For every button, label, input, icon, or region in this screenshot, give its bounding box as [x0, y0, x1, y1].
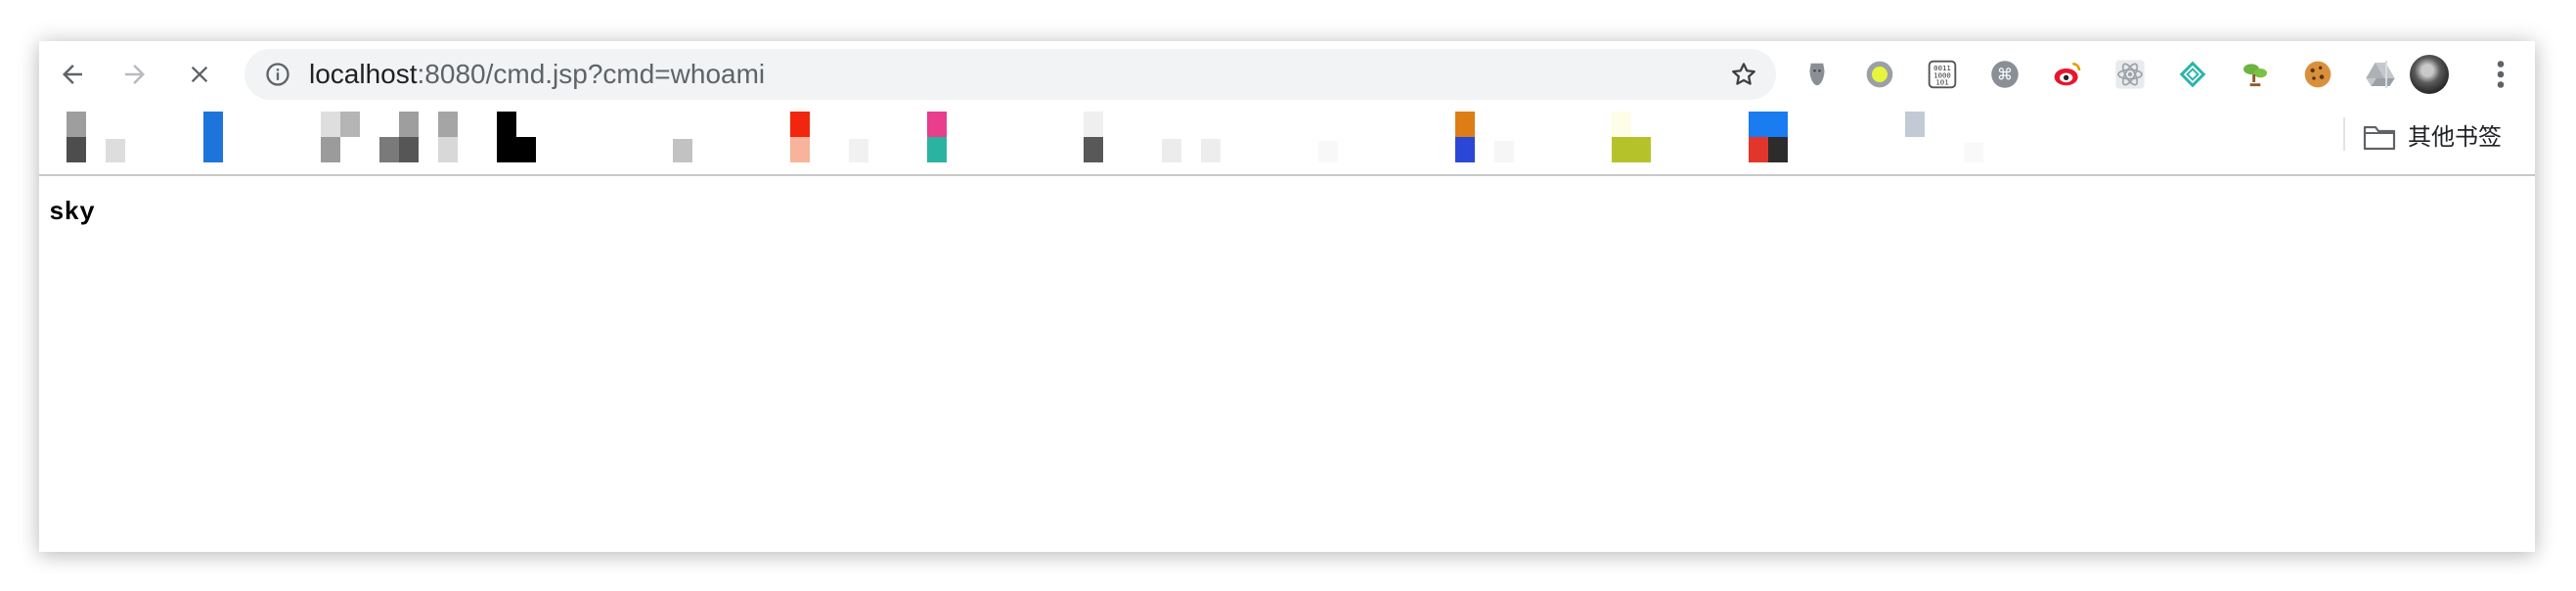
bookmark-favicon[interactable] — [203, 112, 223, 162]
stop-button[interactable] — [180, 55, 219, 94]
yellow-dot-extension-icon[interactable] — [1864, 59, 1895, 90]
bookmark-favicon[interactable] — [340, 112, 360, 137]
bookmark-favicon[interactable] — [106, 139, 125, 162]
bookmark-favicon[interactable] — [849, 139, 868, 162]
weibo-extension-icon[interactable] — [2052, 59, 2083, 90]
address-url[interactable]: localhost:8080/cmd.jsp?cmd=whoami — [309, 49, 765, 100]
forward-arrow-icon — [125, 65, 145, 84]
bookmark-favicon[interactable] — [438, 112, 458, 137]
bookmark-star-icon[interactable] — [1729, 60, 1758, 89]
bookmarks-bar: 其他书签 — [39, 108, 2535, 176]
mask-extension-icon[interactable] — [1801, 59, 1833, 90]
address-path: :8080/cmd.jsp?cmd=whoami — [417, 59, 766, 89]
other-bookmarks-folder[interactable]: 其他书签 — [2408, 117, 2502, 157]
back-arrow-icon — [63, 65, 82, 84]
bookmark-favicon[interactable] — [1318, 141, 1338, 162]
address-host: localhost — [309, 59, 418, 89]
bookmark-favicon[interactable] — [1905, 112, 1925, 137]
bookmark-favicon[interactable] — [1612, 137, 1651, 162]
site-info-icon[interactable] — [264, 61, 291, 88]
command-extension-icon[interactable]: ⌘ — [1989, 59, 2021, 90]
bookmark-favicon[interactable] — [321, 112, 340, 137]
folder-icon — [2363, 125, 2396, 151]
bookmark-favicon[interactable] — [1201, 139, 1221, 162]
bookmark-favicon[interactable] — [67, 137, 86, 162]
bookmark-favicon[interactable] — [1768, 137, 1788, 162]
bookmark-favicon[interactable] — [790, 137, 810, 162]
browser-window: localhost:8080/cmd.jsp?cmd=whoami 0011 10… — [39, 41, 2535, 552]
bookmark-favicon[interactable] — [399, 112, 419, 137]
bookmark-favicon[interactable] — [790, 112, 810, 137]
bookmark-favicon[interactable] — [1455, 137, 1475, 162]
svg-text:101: 101 — [1935, 78, 1948, 87]
bookmark-favicon[interactable] — [438, 137, 458, 162]
browser-toolbar: localhost:8080/cmd.jsp?cmd=whoami 0011 10… — [39, 41, 2535, 108]
forward-button[interactable] — [115, 55, 155, 94]
stop-loading-icon — [191, 66, 208, 83]
bookmark-favicon[interactable] — [1084, 112, 1103, 137]
bookmark-favicon[interactable] — [399, 137, 419, 162]
bookmark-favicon[interactable] — [927, 137, 947, 162]
bookmark-favicon[interactable] — [1162, 139, 1181, 162]
bookmark-favicon[interactable] — [379, 137, 399, 162]
diamond-extension-icon[interactable] — [2177, 59, 2208, 90]
bookmark-favicon[interactable] — [1455, 112, 1475, 137]
bookmark-favicon[interactable] — [1084, 137, 1103, 162]
bookmark-favicon[interactable] — [1612, 112, 1631, 137]
bookmark-favicon[interactable] — [673, 139, 692, 162]
more-menu-icon[interactable] — [2489, 57, 2512, 92]
bookmark-favicon[interactable] — [1964, 143, 1983, 162]
bookmark-favicon[interactable] — [321, 137, 340, 162]
command-output: sky — [49, 198, 95, 227]
bookmark-favicon[interactable] — [67, 112, 86, 137]
bookmark-favicon[interactable] — [1749, 137, 1768, 162]
bonsai-extension-icon[interactable] — [2240, 59, 2271, 90]
react-extension-icon[interactable] — [2114, 59, 2146, 90]
cookie-extension-icon[interactable] — [2302, 59, 2333, 90]
svg-text:⌘: ⌘ — [1997, 66, 2013, 84]
toolbar-separator — [2385, 61, 2387, 88]
binary-extension-icon[interactable]: 0011 1000 101 — [1927, 59, 1958, 90]
bookmark-favicon[interactable] — [516, 137, 536, 162]
bookmark-favicon[interactable] — [1749, 112, 1788, 137]
bookmark-favicon[interactable] — [1494, 141, 1514, 162]
page-content: sky — [39, 176, 2535, 552]
bookmark-favicon[interactable] — [927, 112, 947, 137]
profile-avatar[interactable] — [2410, 55, 2449, 94]
bookmark-favicon[interactable] — [497, 112, 516, 162]
back-button[interactable] — [53, 55, 92, 94]
drive-extension-icon[interactable] — [2365, 59, 2396, 90]
bookmarks-separator — [2343, 117, 2345, 151]
address-bar[interactable]: localhost:8080/cmd.jsp?cmd=whoami — [244, 49, 1776, 100]
